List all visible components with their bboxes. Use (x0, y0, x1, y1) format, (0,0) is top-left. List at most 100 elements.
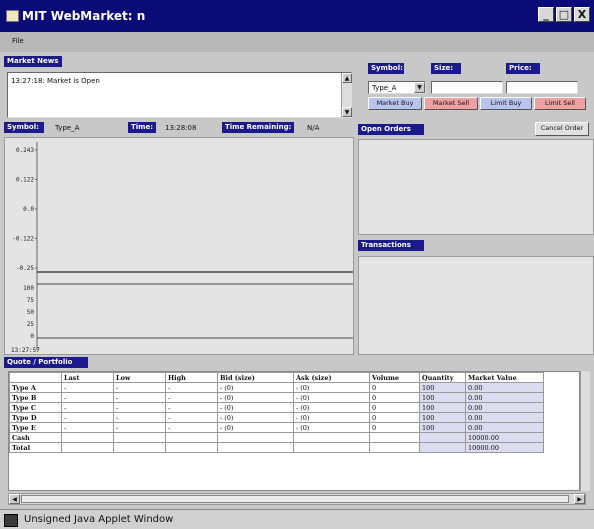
limit-sell-button[interactable]: Limit Sell (534, 97, 586, 110)
column-header (9, 372, 62, 383)
scroll-down-icon[interactable]: ▼ (342, 107, 352, 117)
time-value: 13:28:08 (165, 124, 197, 132)
time-label: Time: (128, 122, 156, 133)
table-cell: - (0) (217, 402, 294, 413)
chart-symbol-value: Type_A (55, 124, 80, 132)
table-row[interactable]: Type C---- (0) - (0) 0 100 0.00 (9, 402, 544, 413)
row-label: Type D (9, 412, 62, 423)
price-chart: 0.243 0.122 0.0 -0.122 -0.25 100 75 50 25 0 13:2… (4, 137, 354, 355)
table-cell: - (0) (217, 422, 294, 433)
table-cell (369, 432, 420, 443)
table-cell (217, 442, 294, 453)
row-label: Type B (9, 392, 62, 403)
table-cell: 0.00 (465, 382, 544, 393)
table-cell: 100 (419, 382, 466, 393)
price-tick-label: 0.0 (23, 206, 34, 213)
time-remaining-value: N/A (307, 124, 320, 132)
table-cell: 0 (369, 412, 420, 423)
news-scrollbar[interactable]: ▲ ▼ (341, 73, 352, 117)
table-row[interactable]: Type B---- (0) - (0) 0 100 0.00 (9, 392, 544, 403)
column-header: High (165, 372, 218, 383)
table-cell: - (61, 412, 114, 423)
chart-svg: 0.243 0.122 0.0 -0.122 -0.25 100 75 50 25 0 (12, 142, 353, 350)
table-cell: - (0) (293, 412, 370, 423)
volume-tick-label: 75 (27, 297, 35, 304)
menu-bar: File (0, 32, 594, 52)
price-input[interactable] (506, 81, 578, 94)
price-tick-label: -0.25 (16, 265, 34, 272)
quote-table-area: Last Low High Bid (size) Ask (size) Volume Qua… (8, 371, 580, 491)
table-cell: 0 (369, 382, 420, 393)
column-header: Low (113, 372, 166, 383)
cancel-order-button[interactable]: Cancel Order (535, 122, 589, 136)
row-label: Type E (9, 422, 62, 433)
minimize-button[interactable]: _ (538, 7, 554, 22)
size-label: Size: (431, 63, 461, 74)
price-tick-label: 0.122 (16, 177, 34, 184)
table-cell: - (165, 392, 218, 403)
column-header: Volume (369, 372, 420, 383)
chart-symbol-label: Symbol: (4, 122, 44, 133)
table-cell: - (165, 402, 218, 413)
table-cell: 0.00 (465, 402, 544, 413)
table-row[interactable]: Type E---- (0) - (0) 0 100 0.00 (9, 422, 544, 433)
chevron-down-icon[interactable]: ▼ (414, 82, 425, 93)
status-bar: Unsigned Java Applet Window (0, 509, 594, 529)
open-orders-list[interactable] (358, 139, 594, 235)
table-cell: - (113, 402, 166, 413)
horizontal-scrollbar[interactable]: ◀ ▶ (8, 493, 586, 505)
size-input[interactable] (431, 81, 503, 94)
table-cell (369, 442, 420, 453)
table-row[interactable]: Type A---- (0) - (0) 0 100 0.00 (9, 382, 544, 393)
limit-buy-button[interactable]: Limit Buy (480, 97, 532, 110)
market-news-box: 13:27:18: Market is Open ▲ ▼ (7, 72, 352, 118)
applet-icon (4, 514, 18, 527)
market-sell-button[interactable]: Market Sell (424, 97, 478, 110)
table-cell: - (0) (293, 382, 370, 393)
price-tick-label: 0.243 (16, 147, 34, 154)
table-cell: 10000.00 (465, 432, 544, 443)
maximize-button[interactable]: □ (556, 7, 572, 22)
price-tick-label: -0.122 (12, 236, 34, 243)
table-vertical-scrollbar[interactable] (580, 371, 590, 491)
table-cell: 100 (419, 402, 466, 413)
status-text: Unsigned Java Applet Window (24, 514, 174, 525)
app-icon (6, 10, 19, 22)
table-cell: - (0) (293, 402, 370, 413)
table-cell (113, 442, 166, 453)
table-cell: 0.00 (465, 422, 544, 433)
table-cell: - (165, 382, 218, 393)
table-cell: - (0) (293, 392, 370, 403)
table-cell: 0 (369, 402, 420, 413)
close-button[interactable]: X (574, 7, 590, 22)
table-cell: - (165, 422, 218, 433)
symbol-select[interactable]: Type_A ▼ (368, 81, 426, 94)
table-cell: - (61, 382, 114, 393)
scroll-up-icon[interactable]: ▲ (342, 73, 352, 83)
table-cell: - (165, 412, 218, 423)
table-cell: - (0) (293, 422, 370, 433)
column-header: Market Value (465, 372, 544, 383)
table-cell: - (113, 382, 166, 393)
table-cell (419, 442, 466, 453)
table-row[interactable]: Cash 10000.00 (9, 432, 544, 443)
column-header: Ask (size) (293, 372, 370, 383)
market-buy-button[interactable]: Market Buy (368, 97, 422, 110)
window-title: MIT WebMarket: n (22, 9, 146, 23)
table-cell: 0 (369, 392, 420, 403)
scroll-thumb[interactable] (21, 495, 569, 503)
row-label: Type A (9, 382, 62, 393)
quote-portfolio-header: Quote / Portfolio (4, 357, 88, 368)
scroll-left-icon[interactable]: ◀ (9, 494, 20, 504)
scroll-right-icon[interactable]: ▶ (574, 494, 585, 504)
table-cell: 0.00 (465, 392, 544, 403)
table-cell: - (113, 422, 166, 433)
table-row[interactable]: Type D---- (0) - (0) 0 100 0.00 (9, 412, 544, 423)
table-row[interactable]: Total 10000.00 (9, 442, 544, 453)
transactions-list[interactable] (358, 256, 594, 355)
open-orders-header: Open Orders (358, 124, 424, 135)
menu-file[interactable]: File (12, 37, 24, 45)
volume-tick-label: 25 (27, 321, 35, 328)
column-header: Last (61, 372, 114, 383)
table-cell: - (113, 412, 166, 423)
